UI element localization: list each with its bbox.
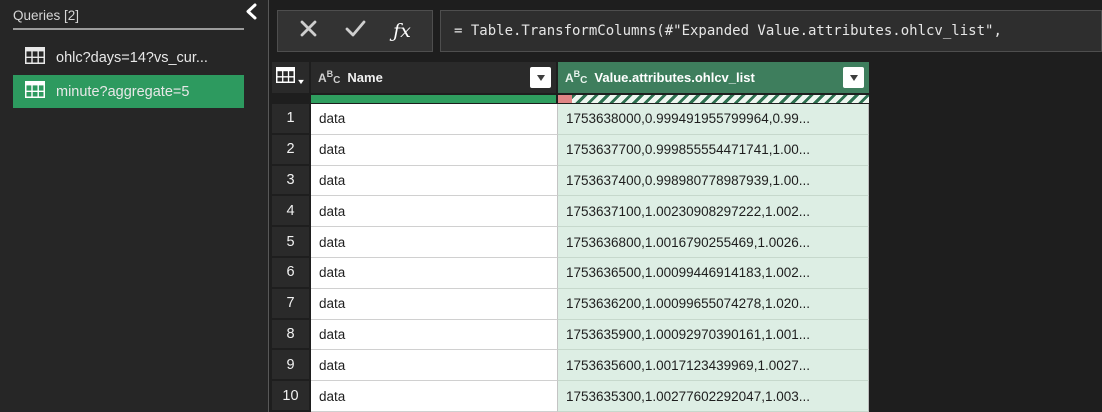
row-number[interactable]: 5 [272,227,309,258]
value-cell[interactable]: 1753636500,1.00099446914183,1.002... [558,258,869,289]
corner-caret-icon [298,79,304,83]
chevron-left-icon [245,3,257,25]
dropdown-caret-icon [537,75,545,81]
checkmark-icon [345,20,366,42]
formula-button-panel: ƒx [277,10,433,52]
name-cell[interactable]: data [311,381,558,412]
row-number[interactable]: 2 [272,135,309,166]
value-cell[interactable]: 1753636800,1.0016790255469,1.0026... [558,227,869,258]
fx-icon: ƒx [393,20,411,42]
sidebar-item-ohlc-query[interactable]: ohlc?days=14?vs_cur... [13,41,244,74]
formula-text: = Table.TransformColumns(#"Expanded Valu… [454,23,1002,39]
row-number[interactable]: 10 [272,381,309,412]
row-number[interactable]: 4 [272,196,309,227]
name-cell[interactable]: data [311,196,558,227]
column-quality-bars [272,95,869,103]
collapse-sidebar-button[interactable] [242,4,260,24]
quality-bar-value [558,95,869,103]
row-number[interactable]: 1 [272,104,309,135]
table-row: 3 data 1753637400,0.998980778987939,1.00… [272,166,869,197]
preview-grid: ABC Name ABC Value.attributes.ohlcv_list… [272,62,869,412]
value-cell[interactable]: 1753636200,1.00099655074278,1.020... [558,289,869,320]
name-cell[interactable]: data [311,166,558,197]
table-row: 5 data 1753636800,1.0016790255469,1.0026… [272,227,869,258]
x-cross-icon [299,19,318,43]
row-number[interactable]: 8 [272,320,309,351]
dropdown-caret-icon [850,75,858,81]
table-row: 6 data 1753636500,1.00099446914183,1.002… [272,258,869,289]
table-row: 2 data 1753637700,0.999855554471741,1.00… [272,135,869,166]
name-cell[interactable]: data [311,350,558,381]
table-icon [25,47,45,68]
column-header-name[interactable]: ABC Name [311,62,556,93]
table-row: 1 data 1753638000,0.999491955799964,0.99… [272,104,869,135]
table-grid-icon [276,67,295,88]
quality-spacer [272,95,311,103]
grid-header-row: ABC Name ABC Value.attributes.ohlcv_list [272,62,869,93]
formula-input[interactable]: = Table.TransformColumns(#"Expanded Valu… [440,10,1102,52]
filter-dropdown-button[interactable] [843,67,864,88]
filter-dropdown-button[interactable] [530,67,551,88]
column-name-label: Name [347,70,530,85]
quality-bar-error-segment [558,95,572,103]
queries-sidebar: Queries [2] ohlc?days=14?vs_cur... minut… [0,0,269,412]
table-row: 7 data 1753636200,1.00099655074278,1.020… [272,289,869,320]
select-all-button[interactable] [272,62,309,93]
row-number[interactable]: 3 [272,166,309,197]
name-cell[interactable]: data [311,227,558,258]
row-number[interactable]: 7 [272,289,309,320]
table-row: 8 data 1753635900,1.00092970390161,1.001… [272,320,869,351]
value-cell[interactable]: 1753637100,1.00230908297222,1.002... [558,196,869,227]
row-number[interactable]: 9 [272,350,309,381]
table-icon [25,81,45,102]
name-cell[interactable]: data [311,104,558,135]
name-cell[interactable]: data [311,289,558,320]
accept-button[interactable] [338,14,372,48]
value-cell[interactable]: 1753635900,1.00092970390161,1.001... [558,320,869,351]
text-type-icon: ABC [565,69,587,87]
value-cell[interactable]: 1753635600,1.0017123439969,1.0027... [558,350,869,381]
grid-rows: 1 data 1753638000,0.999491955799964,0.99… [272,104,869,412]
name-cell[interactable]: data [311,258,558,289]
column-header-value[interactable]: ABC Value.attributes.ohlcv_list [558,62,869,93]
value-cell[interactable]: 1753638000,0.999491955799964,0.99... [558,104,869,135]
value-cell[interactable]: 1753637700,0.999855554471741,1.00... [558,135,869,166]
name-cell[interactable]: data [311,320,558,351]
cancel-button[interactable] [291,14,325,48]
value-cell[interactable]: 1753637400,0.998980778987939,1.00... [558,166,869,197]
table-row: 4 data 1753637100,1.00230908297222,1.002… [272,196,869,227]
queries-pane-title: Queries [2] [13,8,244,30]
table-row: 10 data 1753635300,1.00277602292047,1.00… [272,381,869,412]
quality-bar-name-valid [311,95,556,103]
table-row: 9 data 1753635600,1.0017123439969,1.0027… [272,350,869,381]
text-type-icon: ABC [318,69,340,87]
column-name-label: Value.attributes.ohlcv_list [594,70,843,85]
fx-button[interactable]: ƒx [385,14,419,48]
quality-bar-hatch-segment [572,95,869,103]
sidebar-item-minute-query-selected[interactable]: minute?aggregate=5 [13,75,244,108]
name-cell[interactable]: data [311,135,558,166]
query-item-label: minute?aggregate=5 [56,84,189,100]
value-cell[interactable]: 1753635300,1.00277602292047,1.003... [558,381,869,412]
row-number[interactable]: 6 [272,258,309,289]
query-item-label: ohlc?days=14?vs_cur... [56,50,208,66]
